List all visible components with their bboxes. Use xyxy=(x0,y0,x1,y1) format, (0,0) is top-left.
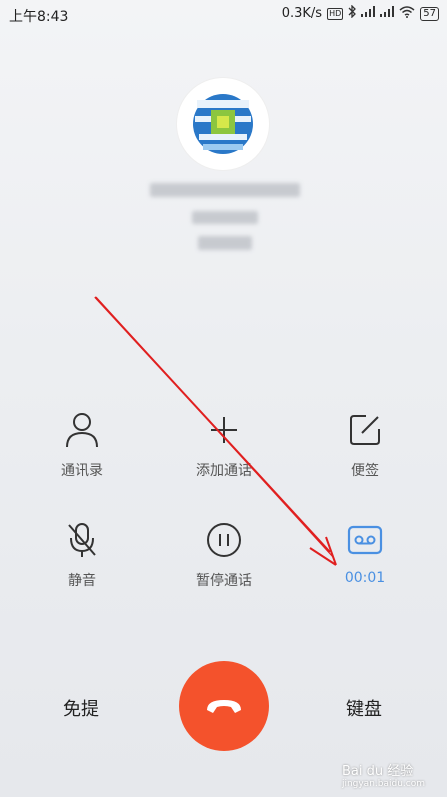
pause-icon xyxy=(169,520,279,560)
add-call-label: 添加通话 xyxy=(196,463,252,479)
signal-icon xyxy=(361,6,376,21)
speaker-button[interactable]: 免提 xyxy=(63,695,99,721)
watermark-brand: Bai du 经验 xyxy=(341,764,414,779)
status-time: 上午8:43 xyxy=(9,9,69,25)
operator-logo-icon xyxy=(193,94,253,154)
contacts-label: 通讯录 xyxy=(61,463,103,479)
watermark-url: jingyan.baidu.com xyxy=(341,779,425,789)
record-timer: 00:01 xyxy=(344,570,386,586)
hd-icon: HD xyxy=(327,7,344,20)
baidu-watermark: Bai du 经验 jingyan.baidu.com xyxy=(342,760,425,789)
wifi-icon xyxy=(399,5,415,22)
notes-label: 便签 xyxy=(351,463,379,479)
status-bar: 上午8:43 0.3K/s HD 57 xyxy=(0,0,447,30)
caller-avatar xyxy=(177,78,269,170)
plus-icon xyxy=(169,410,279,450)
hold-call-label: 暂停通话 xyxy=(196,573,252,589)
caller-location-blurred xyxy=(198,236,252,250)
hang-up-icon xyxy=(207,700,241,713)
mute-button[interactable]: 静音 xyxy=(27,520,137,590)
caller-name-blurred xyxy=(150,183,300,197)
network-speed: 0.3K/s xyxy=(281,6,323,21)
caller-number-blurred xyxy=(192,211,258,224)
battery-icon: 57 xyxy=(420,6,439,21)
record-icon xyxy=(310,520,420,560)
end-call-button[interactable] xyxy=(179,661,269,751)
status-icons: 0.3K/s HD 57 xyxy=(281,4,439,22)
hold-call-button[interactable]: 暂停通话 xyxy=(169,520,279,590)
mute-mic-icon xyxy=(27,520,137,560)
mute-label: 静音 xyxy=(68,573,96,589)
notes-button[interactable]: 便签 xyxy=(310,410,420,480)
signal-icon-2 xyxy=(380,6,395,21)
contacts-button[interactable]: 通讯录 xyxy=(27,410,137,480)
record-button[interactable]: 00:01 xyxy=(310,520,420,586)
note-icon xyxy=(310,410,420,450)
bluetooth-icon xyxy=(348,4,357,22)
person-icon xyxy=(27,410,137,450)
keypad-button[interactable]: 键盘 xyxy=(346,695,382,721)
add-call-button[interactable]: 添加通话 xyxy=(169,410,279,480)
